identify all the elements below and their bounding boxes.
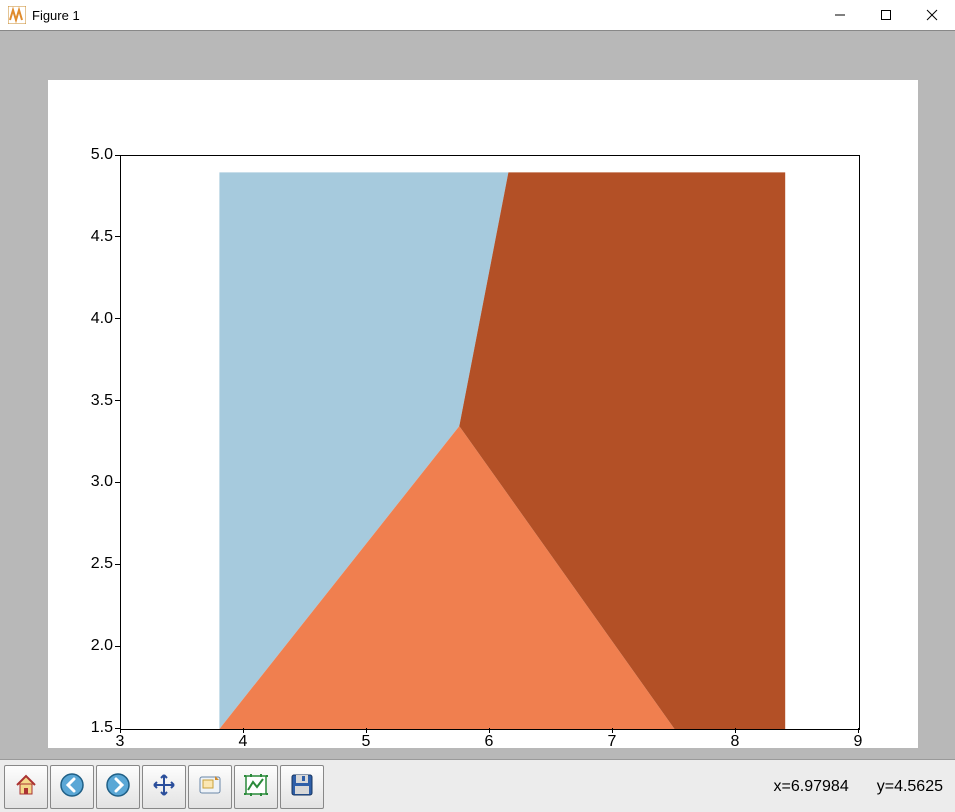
x-tick-mark (735, 728, 736, 733)
close-button[interactable] (909, 0, 955, 30)
y-tick-label: 1.5 (73, 719, 113, 737)
y-tick-label: 5.0 (73, 146, 113, 164)
y-tick-mark (115, 155, 120, 156)
y-tick-label: 2.0 (73, 637, 113, 655)
x-tick-mark (243, 728, 244, 733)
y-tick-mark (115, 318, 120, 319)
window-titlebar: Figure 1 (0, 0, 955, 31)
back-button[interactable] (50, 765, 94, 809)
cursor-status: x=6.97984 y=4.5625 (774, 760, 943, 812)
pan-button[interactable] (142, 765, 186, 809)
subplots-button[interactable] (234, 765, 278, 809)
matplotlib-toolbar: x=6.97984 y=4.5625 (0, 759, 955, 812)
axes (120, 155, 860, 730)
y-tick-mark (115, 236, 120, 237)
y-tick-label: 2.5 (73, 555, 113, 573)
y-tick-mark (115, 564, 120, 565)
zoom-button[interactable] (188, 765, 232, 809)
move-icon (151, 772, 177, 803)
x-tick-label: 6 (485, 733, 494, 751)
figure: 3 4 5 6 7 8 9 1.5 2.0 2.5 3.0 3.5 4.0 4.5 5.0 (0, 45, 955, 759)
home-icon (13, 772, 39, 803)
minimize-button[interactable] (817, 0, 863, 30)
arrow-right-icon (105, 772, 131, 803)
x-tick-mark (489, 728, 490, 733)
x-tick-label: 7 (608, 733, 617, 751)
save-button[interactable] (280, 765, 324, 809)
x-tick-mark (120, 728, 121, 733)
cursor-y: y=4.5625 (877, 778, 943, 796)
x-tick-mark (858, 728, 859, 733)
home-button[interactable] (4, 765, 48, 809)
arrow-left-icon (59, 772, 85, 803)
y-tick-mark (115, 646, 120, 647)
y-tick-label: 4.0 (73, 310, 113, 328)
y-tick-label: 3.0 (73, 473, 113, 491)
x-tick-label: 8 (731, 733, 740, 751)
x-tick-label: 9 (854, 733, 863, 751)
cursor-x: x=6.97984 (774, 778, 849, 796)
y-tick-mark (115, 728, 120, 729)
figure-canvas[interactable]: 3 4 5 6 7 8 9 1.5 2.0 2.5 3.0 3.5 4.0 4.5 5.0 (0, 31, 955, 759)
y-tick-mark (115, 482, 120, 483)
zoom-icon (197, 772, 223, 803)
save-icon (289, 772, 315, 803)
y-tick-mark (115, 400, 120, 401)
maximize-button[interactable] (863, 0, 909, 30)
x-tick-label: 4 (239, 733, 248, 751)
x-tick-label: 5 (362, 733, 371, 751)
x-tick-mark (612, 728, 613, 733)
y-tick-label: 3.5 (73, 392, 113, 410)
window-title: Figure 1 (32, 8, 80, 23)
y-tick-label: 4.5 (73, 228, 113, 246)
forward-button[interactable] (96, 765, 140, 809)
x-tick-label: 3 (116, 733, 125, 751)
configure-icon (243, 772, 269, 803)
window-controls (817, 0, 955, 30)
x-tick-mark (366, 728, 367, 733)
app-icon (8, 6, 26, 24)
chart-regions (121, 156, 859, 729)
